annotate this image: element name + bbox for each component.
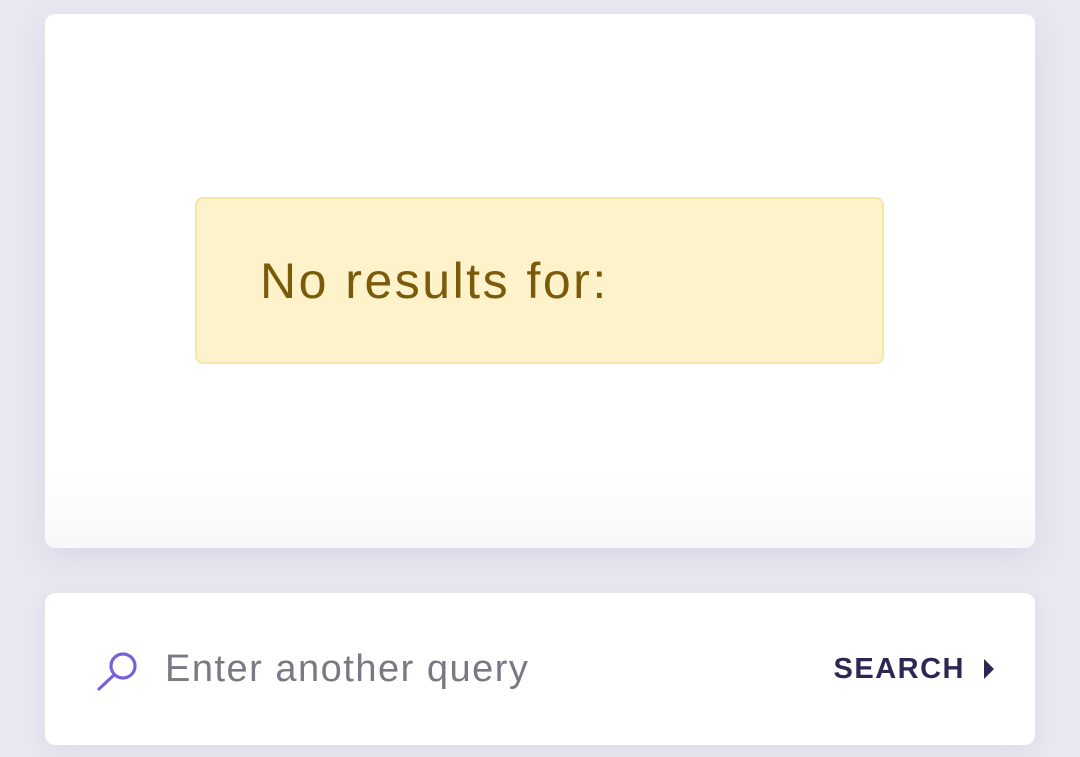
caret-right-icon	[984, 659, 994, 679]
search-button[interactable]: SEARCH	[834, 645, 995, 693]
no-results-message: No results for:	[260, 252, 609, 309]
search-bar: SEARCH	[45, 593, 1035, 745]
no-results-alert: No results for:	[195, 197, 884, 364]
search-input[interactable]	[165, 639, 765, 699]
results-card: No results for:	[45, 14, 1035, 548]
search-icon	[97, 652, 137, 691]
search-button-label: SEARCH	[833, 652, 965, 685]
